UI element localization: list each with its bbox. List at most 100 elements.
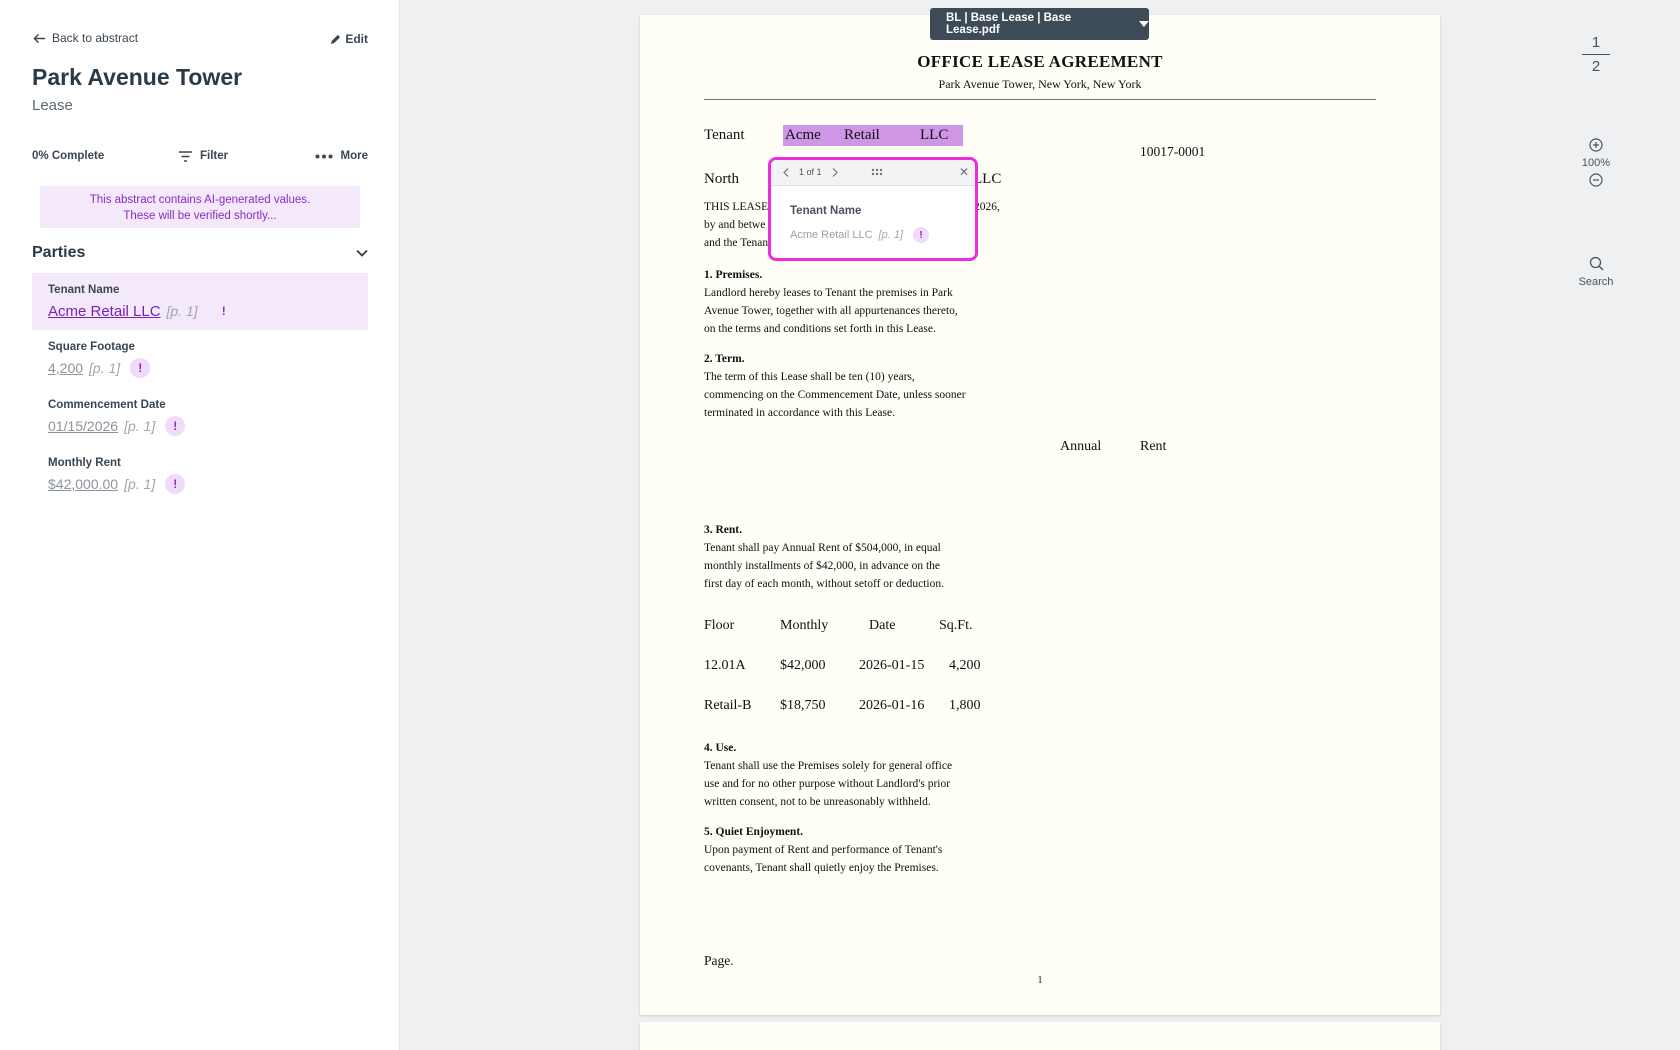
abstract-sidebar: Back to abstract Edit Park Avenue Tower … [0,0,400,1050]
document-name: BL | Base Lease | Base Lease.pdf [946,12,1072,36]
table-cell: 2026-01-16 [859,698,925,713]
page-reference: [p. 1] [166,303,198,319]
section-heading: 4. Use. [704,742,737,754]
intro-line-2: by and betwe [704,219,766,231]
zoom-controls: 100% [1560,138,1632,187]
popover-field-value: Acme Retail LLC [p. 1] ! [790,227,930,243]
back-to-abstract-label: Back to abstract [52,31,139,45]
popover-value: Acme Retail LLC [790,229,873,241]
ai-banner-line-2: These will be verified shortly... [123,210,277,222]
filter-icon [179,150,192,162]
section-line: use and for no other purpose without Lan… [704,778,951,790]
table-cell: 1,800 [949,698,981,713]
field-value-link[interactable]: 4,200 [48,360,83,376]
filter-label: Filter [200,150,229,162]
back-to-abstract-link[interactable]: Back to abstract [33,31,138,45]
annual-label: Annual [1060,439,1102,454]
field-label: Monthly Rent [48,457,121,469]
tenant-word: Acme [785,127,821,143]
parties-section-toggle[interactable]: Parties [32,244,368,262]
more-dots-icon [315,154,333,158]
pencil-icon [331,34,341,44]
caret-down-icon [1139,21,1149,27]
field-value-link[interactable]: $42,000.00 [48,476,118,492]
lease-title: OFFICE LEASE AGREEMENT [917,52,1163,71]
table-header: Monthly [780,618,829,633]
current-page: 1 [1591,34,1601,51]
rent-label: Rent [1140,439,1167,454]
field-value-link[interactable]: Acme Retail LLC [48,303,161,320]
section-line: Landlord hereby leases to Tenant the pre… [704,287,953,299]
section-line: written consent, not to be unreasonably … [704,796,931,808]
section-use: 4. Use. Tenant shall use the Premises so… [704,739,952,811]
field-value-link[interactable]: 01/15/2026 [48,418,118,434]
field-tenant-name[interactable]: Tenant Name Acme Retail LLC [p. 1] ! [32,273,368,330]
popover-field-title: Tenant Name [790,205,862,217]
section-line: Avenue Tower, together with all appurten… [704,305,958,317]
close-icon[interactable]: ✕ [959,165,969,179]
tenant-label: Tenant [704,127,745,143]
page-label: Page. [704,953,734,968]
page-reference: [p. 1] [89,360,121,376]
ai-warning-badge: ! [165,416,186,436]
ai-warning-badge: ! [221,304,226,318]
popover-header: 1 of 1 ✕ [771,160,975,186]
search-button[interactable]: Search [1560,256,1632,288]
table-cell: 12.01A [704,658,746,673]
intro-line-1: THIS LEASE [704,201,769,213]
page-title: Park Avenue Tower [32,64,243,90]
field-monthly-rent[interactable]: Monthly Rent $42,000.00 [p. 1] ! [32,457,368,494]
section-heading: 2. Term. [704,353,745,365]
field-square-footage[interactable]: Square Footage 4,200 [p. 1] ! [32,341,368,378]
chevron-left-icon[interactable] [783,167,789,177]
page-reference: [p. 1] [124,476,156,492]
zoom-out-icon[interactable] [1589,173,1603,187]
section-rent: 3. Rent. Tenant shall pay Annual Rent of… [704,521,944,593]
filter-button[interactable]: Filter [179,150,228,162]
more-button[interactable]: More [315,150,368,162]
section-line: monthly installments of $42,000, in adva… [704,560,941,572]
abstract-toolbar: 0% Complete Filter More [32,150,368,168]
section-heading: 3. Rent. [704,524,743,536]
edit-button[interactable]: Edit [330,32,368,46]
field-label: Commencement Date [48,399,166,411]
chevron-right-icon[interactable] [832,167,838,177]
section-line: covenants, Tenant shall quietly enjoy th… [704,862,939,874]
drag-handle-icon[interactable] [871,168,883,176]
zip-code: 10017-0001 [1140,144,1206,159]
zoom-level: 100% [1581,157,1611,169]
parties-section-label: Parties [32,244,86,261]
ai-banner-line-1: This abstract contains AI-generated valu… [89,194,311,206]
more-label: More [340,150,368,162]
popover-page-reference: [p. 1] [878,229,904,241]
table-cell: Retail-B [704,698,752,713]
section-line: The term of this Lease shall be ten (10)… [704,371,915,383]
ai-warning-badge: ! [165,474,186,494]
section-premises: 1. Premises. Landlord hereby leases to T… [704,266,958,338]
page-subtitle: Lease [32,97,73,114]
ai-warning-badge: ! [913,227,930,243]
zoom-in-icon[interactable] [1589,138,1603,152]
total-pages: 2 [1591,58,1601,75]
table-cell: $42,000 [780,658,826,673]
pdf-page-2 [640,1022,1440,1050]
ai-generated-banner: This abstract contains AI-generated valu… [40,186,360,228]
pdf-page: OFFICE LEASE AGREEMENT Park Avenue Tower… [640,15,1440,1015]
chevron-down-icon [356,249,368,257]
table-cell: $18,750 [780,698,826,713]
table-header: Floor [704,618,735,633]
section-heading: 5. Quiet Enjoyment. [704,826,804,838]
page-number: 1 [1037,975,1043,986]
document-selector[interactable]: BL | Base Lease | Base Lease.pdf [930,8,1149,40]
north-label: North [704,171,739,187]
tenant-word: Retail [844,127,880,143]
field-commencement-date[interactable]: Commencement Date 01/15/2026 [p. 1] ! [32,399,368,436]
tenant-word: LLC [920,127,949,143]
arrow-left-icon [33,33,46,43]
extraction-popover: 1 of 1 ✕ Tenant Name Acme Retail LLC [p.… [768,157,978,261]
field-label: Square Footage [48,341,135,353]
ai-warning-badge: ! [130,358,151,378]
page-fraction-bar [1582,54,1610,55]
table-header: Sq.Ft. [939,618,973,633]
page-reference: [p. 1] [124,418,156,434]
